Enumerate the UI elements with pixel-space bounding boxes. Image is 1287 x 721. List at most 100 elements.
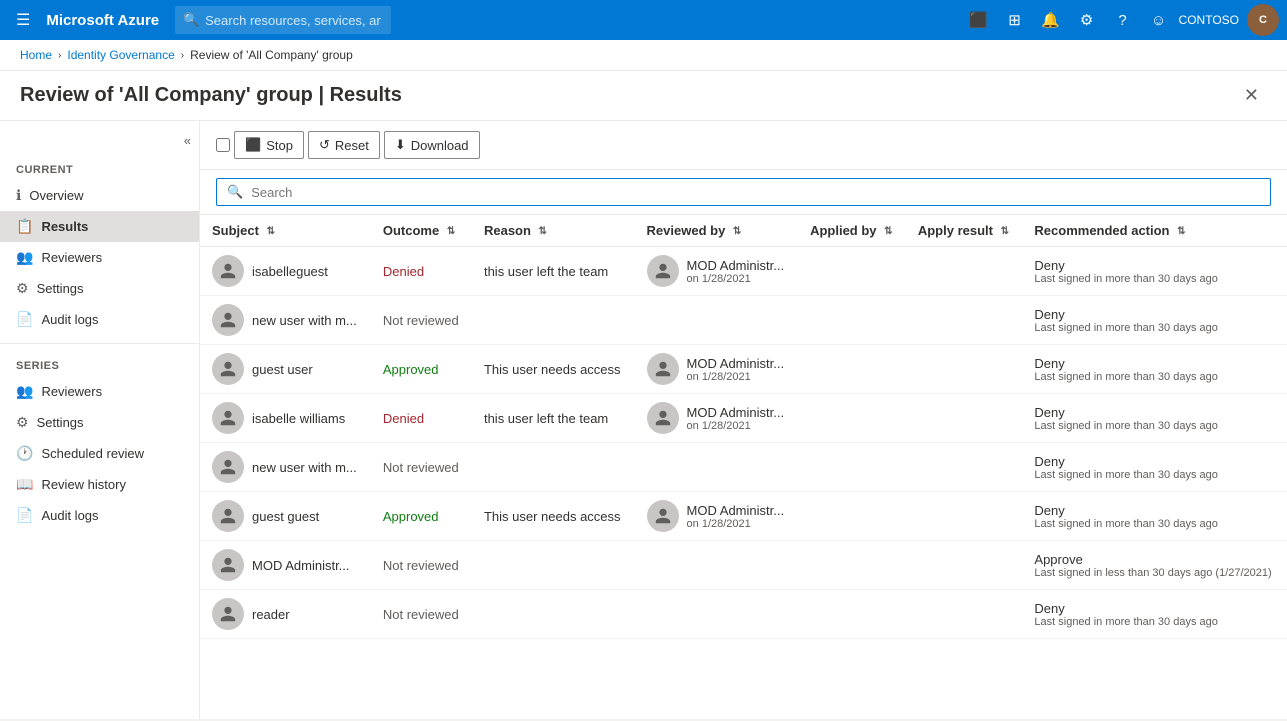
top-bar: ☰ Microsoft Azure 🔍 ⬛ ⊞ 🔔 ⚙ ? ☺ CONTOSO … [0,0,1287,40]
cell-outcome-7: Not reviewed [371,590,472,639]
reset-button[interactable]: ↺ Reset [308,131,380,159]
sidebar-label-results: Results [41,219,88,234]
stop-icon: ⬛ [245,137,261,153]
cell-apply-result-4 [906,443,1023,492]
cell-applied-5 [798,492,906,541]
sidebar-label-history: Review history [41,477,126,492]
subject-avatar-6 [212,549,244,581]
download-button[interactable]: ⬇ Download [384,131,480,159]
sort-reviewed-icon: ⇅ [733,226,741,237]
sidebar-label-series-audit: Audit logs [41,508,98,523]
table-row: isabelle williams Denied this user left … [200,394,1287,443]
sidebar-item-results[interactable]: 📋 Results [0,211,199,242]
sidebar-collapse-button[interactable]: « [0,129,199,156]
stop-button[interactable]: ⬛ Stop [234,131,304,159]
sidebar-item-settings[interactable]: ⚙ Settings [0,273,199,304]
cell-recommended-0: Deny Last signed in more than 30 days ag… [1022,247,1287,296]
cell-outcome-1: Not reviewed [371,296,472,345]
cell-applied-2 [798,345,906,394]
series-audit-icon: 📄 [16,507,33,524]
top-bar-icons: ⬛ ⊞ 🔔 ⚙ ? ☺ CONTOSO C [963,4,1279,36]
table-row: reader Not reviewed Deny Last signed in … [200,590,1287,639]
search-bar-wrap: 🔍 [200,170,1287,215]
notifications-icon[interactable]: 🔔 [1035,4,1067,36]
cell-reviewed-7 [635,590,799,639]
cell-reason-1 [472,296,635,345]
cell-applied-7 [798,590,906,639]
user-avatar[interactable]: C [1247,4,1279,36]
sidebar-item-overview[interactable]: ℹ Overview [0,180,199,211]
page-header: Review of 'All Company' group | Results … [0,71,1287,121]
sort-reason-icon: ⇅ [539,226,547,237]
sidebar-label-series-reviewers: Reviewers [41,384,102,399]
settings-icon[interactable]: ⚙ [1071,4,1103,36]
cell-applied-4 [798,443,906,492]
sidebar-item-audit-logs[interactable]: 📄 Audit logs [0,304,199,335]
cell-subject-0: isabelleguest [200,247,371,296]
col-subject[interactable]: Subject ⇅ [200,215,371,247]
sort-subject-icon: ⇅ [267,226,275,237]
reviewer-avatar [647,353,679,385]
global-search-input[interactable] [175,6,391,34]
cell-reviewed-3: MOD Administr... on 1/28/2021 [635,394,799,443]
cell-subject-6: MOD Administr... [200,541,371,590]
sidebar-series-label: Series [0,352,199,376]
col-reason[interactable]: Reason ⇅ [472,215,635,247]
select-all-checkbox[interactable] [216,138,230,152]
cell-recommended-6: Approve Last signed in less than 30 days… [1022,541,1287,590]
sidebar-label-overview: Overview [29,188,83,203]
cell-applied-3 [798,394,906,443]
table-row: new user with m... Not reviewed Deny Las… [200,443,1287,492]
cell-apply-result-6 [906,541,1023,590]
cloud-shell-icon[interactable]: ⬛ [963,4,995,36]
cell-reviewed-1 [635,296,799,345]
sidebar-item-scheduled-review[interactable]: 🕐 Scheduled review [0,438,199,469]
cell-reason-0: this user left the team [472,247,635,296]
audit-icon: 📄 [16,311,33,328]
cell-outcome-5: Approved [371,492,472,541]
sort-applied-icon: ⇅ [884,226,892,237]
org-label: CONTOSO [1179,13,1239,27]
search-wrap: 🔍 [175,6,775,34]
cell-subject-3: isabelle williams [200,394,371,443]
sidebar-divider [0,343,199,344]
clock-icon: 🕐 [16,445,33,462]
cell-recommended-5: Deny Last signed in more than 30 days ag… [1022,492,1287,541]
sidebar-item-review-history[interactable]: 📖 Review history [0,469,199,500]
subject-avatar-2 [212,353,244,385]
breadcrumb-home[interactable]: Home [20,48,52,62]
cell-recommended-1: Deny Last signed in more than 30 days ag… [1022,296,1287,345]
sidebar-item-series-reviewers[interactable]: 👥 Reviewers [0,376,199,407]
col-outcome[interactable]: Outcome ⇅ [371,215,472,247]
col-apply-result[interactable]: Apply result ⇅ [906,215,1023,247]
close-button[interactable]: ✕ [1236,81,1267,110]
breadcrumb: Home › Identity Governance › Review of '… [0,40,1287,71]
sort-recommended-icon: ⇅ [1177,226,1185,237]
main-layout: « Current ℹ Overview 📋 Results 👥 Reviewe… [0,121,1287,719]
sidebar-item-series-audit[interactable]: 📄 Audit logs [0,500,199,531]
cell-apply-result-7 [906,590,1023,639]
col-recommended-action[interactable]: Recommended action ⇅ [1022,215,1287,247]
col-applied-by[interactable]: Applied by ⇅ [798,215,906,247]
sidebar-item-series-settings[interactable]: ⚙ Settings [0,407,199,438]
cell-reviewed-5: MOD Administr... on 1/28/2021 [635,492,799,541]
cell-reason-6 [472,541,635,590]
info-icon: ℹ [16,187,21,204]
table-wrap: Subject ⇅ Outcome ⇅ Reason ⇅ Reviewed by… [200,215,1287,639]
col-reviewed-by[interactable]: Reviewed by ⇅ [635,215,799,247]
directory-icon[interactable]: ⊞ [999,4,1031,36]
hamburger-menu[interactable]: ☰ [8,6,38,34]
subject-avatar-4 [212,451,244,483]
subject-avatar-3 [212,402,244,434]
app-logo: Microsoft Azure [46,12,159,29]
help-icon[interactable]: ? [1107,4,1139,36]
feedback-icon[interactable]: ☺ [1143,4,1175,36]
cell-reason-5: This user needs access [472,492,635,541]
table-header-row: Subject ⇅ Outcome ⇅ Reason ⇅ Reviewed by… [200,215,1287,247]
sidebar-item-reviewers[interactable]: 👥 Reviewers [0,242,199,273]
search-input[interactable] [251,185,1260,200]
breadcrumb-identity[interactable]: Identity Governance [67,48,174,62]
breadcrumb-sep-2: › [181,50,184,61]
cell-subject-4: new user with m... [200,443,371,492]
cell-apply-result-5 [906,492,1023,541]
